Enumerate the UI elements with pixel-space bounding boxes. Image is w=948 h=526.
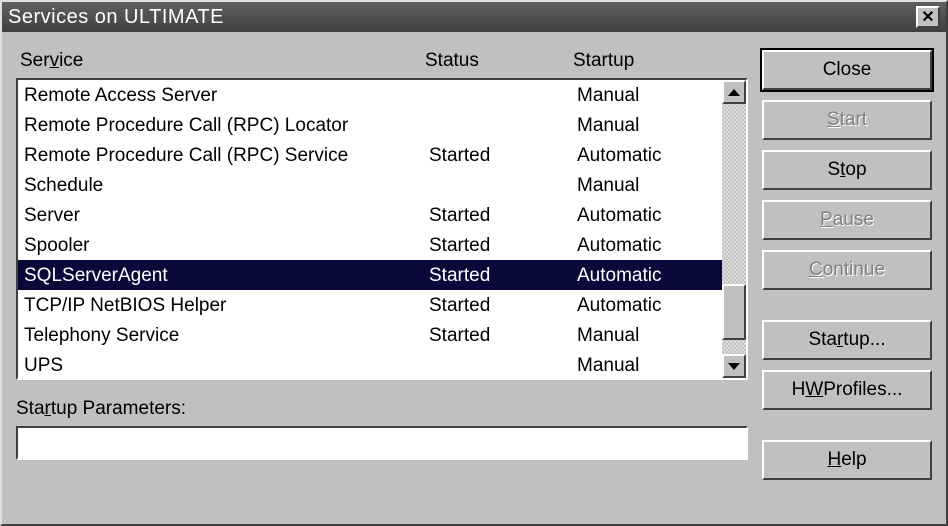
service-row[interactable]: SQLServerAgentStartedAutomatic — [18, 260, 722, 290]
cell-service: Telephony Service — [24, 322, 429, 348]
cell-service: Server — [24, 202, 429, 228]
cell-startup: Manual — [577, 352, 716, 378]
dialog-body: Service Status Startup Remote Access Ser… — [2, 32, 946, 524]
cell-status: Started — [429, 142, 577, 168]
scroll-up-button[interactable] — [722, 80, 746, 104]
help-button[interactable]: Help — [762, 440, 932, 480]
list-items: Remote Access ServerManualRemote Procedu… — [18, 80, 722, 378]
scroll-down-button[interactable] — [722, 354, 746, 378]
cell-startup: Automatic — [577, 262, 716, 288]
cell-service: Schedule — [24, 172, 429, 198]
startup-button[interactable]: Startup... — [762, 320, 932, 360]
cell-startup: Automatic — [577, 142, 716, 168]
service-row[interactable]: UPS Manual — [18, 350, 722, 378]
left-column: Service Status Startup Remote Access Ser… — [16, 44, 748, 510]
cell-startup: Automatic — [577, 232, 716, 258]
services-listbox[interactable]: Remote Access ServerManualRemote Procedu… — [16, 78, 748, 380]
spacer — [762, 420, 932, 430]
cell-service: Remote Procedure Call (RPC) Service — [24, 142, 429, 168]
header-startup: Startup — [573, 50, 744, 72]
cell-startup: Manual — [577, 172, 716, 198]
titlebar[interactable]: Services on ULTIMATE ✕ — [2, 2, 946, 32]
cell-status — [429, 352, 577, 378]
cell-status — [429, 112, 577, 138]
cell-status: Started — [429, 322, 577, 348]
startup-parameters-section: Startup Parameters: — [16, 398, 748, 460]
scroll-track[interactable] — [722, 104, 746, 354]
cell-service: Spooler — [24, 232, 429, 258]
cell-status: Started — [429, 292, 577, 318]
service-row[interactable]: Remote Procedure Call (RPC) Locator Manua… — [18, 110, 722, 140]
column-headers: Service Status Startup — [16, 44, 748, 78]
startup-parameters-input[interactable] — [16, 426, 748, 460]
cell-service: Remote Access Server — [24, 82, 429, 108]
cell-status: Started — [429, 232, 577, 258]
cell-startup: Manual — [577, 322, 716, 348]
service-row[interactable]: Telephony ServiceStartedManual — [18, 320, 722, 350]
service-row[interactable]: TCP/IP NetBIOS HelperStartedAutomatic — [18, 290, 722, 320]
cell-startup: Automatic — [577, 292, 716, 318]
cell-status: Started — [429, 262, 577, 288]
continue-button: Continue — [762, 250, 932, 290]
button-column: Close Start Stop Pause Continue Startup.… — [762, 44, 932, 510]
hw-profiles-button[interactable]: HW Profiles... — [762, 370, 932, 410]
startup-parameters-label: Startup Parameters: — [16, 398, 748, 420]
service-row[interactable]: Schedule Manual — [18, 170, 722, 200]
header-status: Status — [425, 50, 573, 72]
cell-status — [429, 82, 577, 108]
cell-startup: Manual — [577, 82, 716, 108]
start-button: Start — [762, 100, 932, 140]
arrow-up-icon — [728, 89, 740, 96]
service-row[interactable]: Remote Access Server Manual — [18, 80, 722, 110]
spacer — [762, 300, 932, 310]
cell-status — [429, 172, 577, 198]
cell-service: TCP/IP NetBIOS Helper — [24, 292, 429, 318]
cell-service: UPS — [24, 352, 429, 378]
stop-button[interactable]: Stop — [762, 150, 932, 190]
pause-button: Pause — [762, 200, 932, 240]
x-glyph: ✕ — [921, 7, 934, 27]
cell-status: Started — [429, 202, 577, 228]
service-row[interactable]: Remote Procedure Call (RPC) ServiceStart… — [18, 140, 722, 170]
scrollbar[interactable] — [722, 80, 746, 378]
cell-service: SQLServerAgent — [24, 262, 429, 288]
window-title: Services on ULTIMATE — [8, 6, 916, 29]
cell-startup: Manual — [577, 112, 716, 138]
close-icon[interactable]: ✕ — [916, 6, 940, 28]
scroll-thumb[interactable] — [722, 284, 746, 340]
cell-service: Remote Procedure Call (RPC) Locator — [24, 112, 429, 138]
services-dialog: Services on ULTIMATE ✕ Service Status St… — [0, 0, 948, 526]
close-button[interactable]: Close — [762, 50, 932, 90]
cell-startup: Automatic — [577, 202, 716, 228]
arrow-down-icon — [728, 363, 740, 370]
header-service: Service — [20, 50, 425, 72]
service-row[interactable]: SpoolerStartedAutomatic — [18, 230, 722, 260]
service-row[interactable]: ServerStartedAutomatic — [18, 200, 722, 230]
